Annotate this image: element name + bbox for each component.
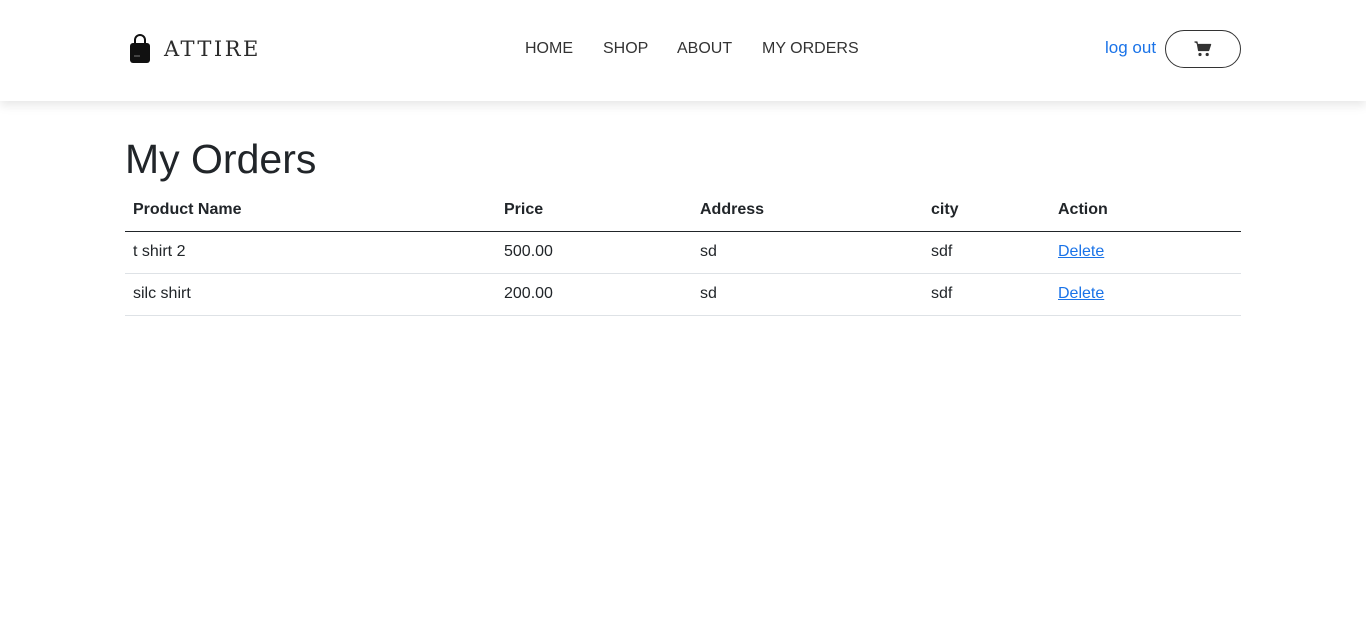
cell-action: Delete bbox=[1050, 231, 1241, 274]
cell-price: 200.00 bbox=[496, 273, 692, 316]
delete-order-link[interactable]: Delete bbox=[1058, 243, 1104, 260]
brand-name: ATTIRE bbox=[164, 37, 261, 61]
nav-item-about[interactable]: ABOUT bbox=[677, 38, 732, 60]
nav-item-my-orders[interactable]: MY ORDERS bbox=[762, 38, 859, 60]
cell-address: sd bbox=[692, 273, 923, 316]
cell-product-name: silc shirt bbox=[125, 273, 496, 316]
brand-logo-link[interactable]: ATTIRE bbox=[128, 33, 261, 65]
table-header-row: Product Name Price Address city Action bbox=[125, 190, 1241, 232]
header-city: city bbox=[923, 190, 1050, 232]
delete-order-link[interactable]: Delete bbox=[1058, 285, 1104, 302]
header-action: Action bbox=[1050, 190, 1241, 232]
header-product-name: Product Name bbox=[125, 190, 496, 232]
cell-address: sd bbox=[692, 231, 923, 274]
cell-city: sdf bbox=[923, 273, 1050, 316]
table-row: t shirt 2 500.00 sd sdf Delete bbox=[125, 231, 1241, 274]
header-price: Price bbox=[496, 190, 692, 232]
cell-action: Delete bbox=[1050, 273, 1241, 316]
shopping-bag-icon bbox=[130, 34, 150, 63]
cell-price: 500.00 bbox=[496, 231, 692, 274]
shopping-cart-icon bbox=[1194, 41, 1212, 57]
table-row: silc shirt 200.00 sd sdf Delete bbox=[125, 273, 1241, 316]
logout-link[interactable]: log out bbox=[1105, 37, 1156, 59]
cell-city: sdf bbox=[923, 231, 1050, 274]
cart-button[interactable] bbox=[1165, 30, 1241, 68]
orders-table: Product Name Price Address city Action t… bbox=[125, 190, 1241, 316]
nav-item-home[interactable]: HOME bbox=[525, 38, 573, 60]
page-title: My Orders bbox=[125, 136, 317, 182]
nav-item-shop[interactable]: SHOP bbox=[603, 38, 648, 60]
header-address: Address bbox=[692, 190, 923, 232]
cell-product-name: t shirt 2 bbox=[125, 231, 496, 274]
top-navbar: ATTIRE HOME SHOP ABOUT MY ORDERS log out bbox=[0, 0, 1366, 101]
